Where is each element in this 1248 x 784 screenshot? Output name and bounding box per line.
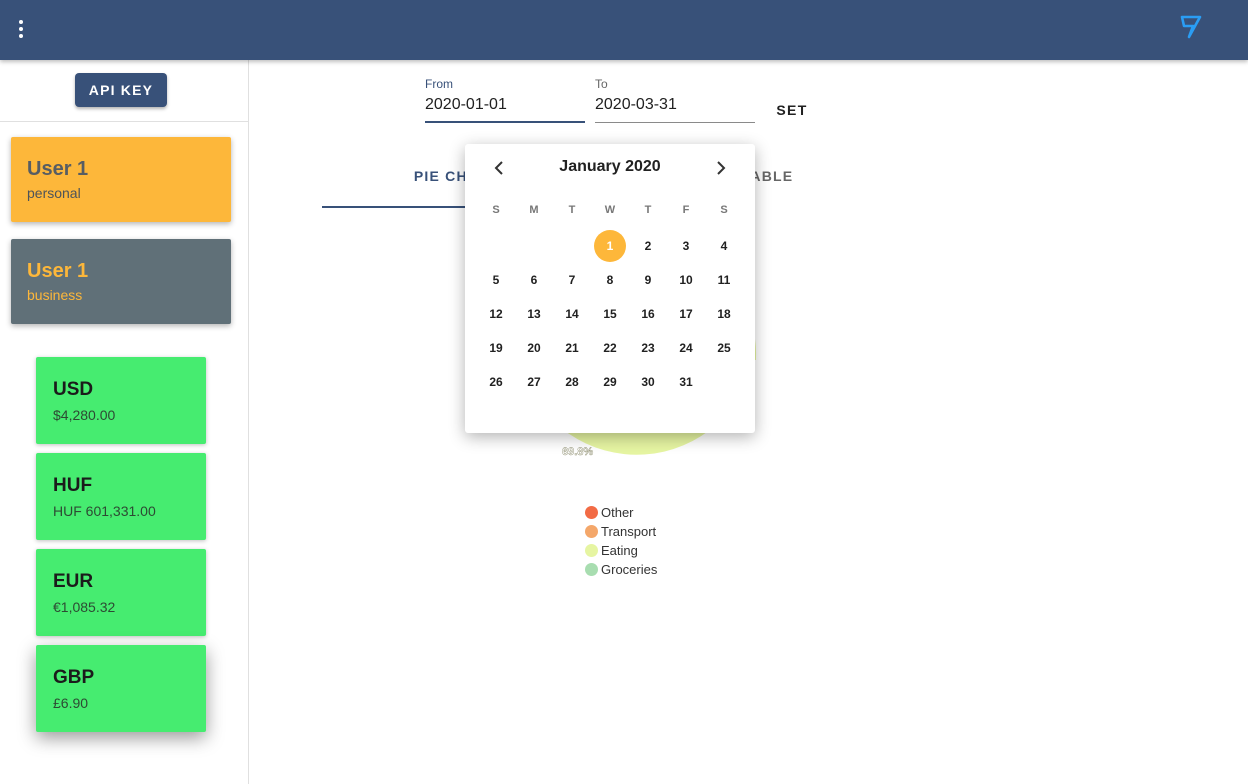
day-cell[interactable]: 11 <box>705 263 743 297</box>
weekday-label: T <box>568 204 576 216</box>
day-cell[interactable]: 15 <box>591 297 629 331</box>
day-blank <box>477 229 515 263</box>
currency-amount: $4,280.00 <box>53 407 116 423</box>
legend-item-groceries[interactable]: Groceries <box>585 560 657 579</box>
weekday-label: S <box>492 204 500 216</box>
from-date-field[interactable]: From 2020-01-01 <box>425 75 585 123</box>
legend-label: Transport <box>601 524 657 539</box>
day-cell[interactable]: 16 <box>629 297 667 331</box>
chart-legend: Other Transport Eating Groceries <box>585 503 657 579</box>
legend-dot <box>585 525 598 538</box>
currency-card-huf[interactable]: HUF HUF 601,331.00 <box>36 453 206 540</box>
to-label: To <box>595 77 608 91</box>
day-cell[interactable]: 21 <box>553 331 591 365</box>
chevron-right-icon[interactable] <box>709 156 733 180</box>
legend-dot <box>585 506 598 519</box>
legend-dot <box>585 544 598 557</box>
day-cell[interactable]: 5 <box>477 263 515 297</box>
weekday-label: M <box>529 204 539 216</box>
weekday-label: S <box>720 204 728 216</box>
day-cell[interactable]: 4 <box>705 229 743 263</box>
day-blank <box>515 229 553 263</box>
day-cell[interactable]: 31 <box>667 365 705 399</box>
day-cell[interactable]: 29 <box>591 365 629 399</box>
transferwise-logo[interactable] <box>1180 13 1202 39</box>
legend-item-transport[interactable]: Transport <box>585 522 657 541</box>
day-cell[interactable]: 7 <box>553 263 591 297</box>
day-cell[interactable]: 20 <box>515 331 553 365</box>
set-button[interactable]: SET <box>770 96 814 124</box>
weekday-label: F <box>682 204 690 216</box>
currency-amount: £6.90 <box>53 695 89 711</box>
user-card-business[interactable]: User 1 business <box>11 239 231 324</box>
day-cell[interactable]: 14 <box>553 297 591 331</box>
sidebar: API KEY User 1 personal User 1 business … <box>0 60 249 784</box>
user-card-personal[interactable]: User 1 personal <box>11 137 231 222</box>
day-cell[interactable]: 19 <box>477 331 515 365</box>
day-cell[interactable]: 3 <box>667 229 705 263</box>
day-cell[interactable]: 8 <box>591 263 629 297</box>
legend-label: Groceries <box>601 562 658 577</box>
day-cell[interactable]: 27 <box>515 365 553 399</box>
day-cell[interactable]: 25 <box>705 331 743 365</box>
day-cell[interactable]: 2 <box>629 229 667 263</box>
api-key-button[interactable]: API KEY <box>75 73 167 107</box>
currency-amount: HUF 601,331.00 <box>53 503 156 519</box>
day-cell[interactable]: 22 <box>591 331 629 365</box>
user-name: User 1 <box>27 158 89 180</box>
day-cell[interactable]: 12 <box>477 297 515 331</box>
legend-label: Eating <box>601 543 638 558</box>
day-cell[interactable]: 24 <box>667 331 705 365</box>
from-label: From <box>425 77 453 91</box>
day-cell[interactable]: 6 <box>515 263 553 297</box>
api-key-section: API KEY <box>0 60 248 122</box>
day-cell[interactable]: 28 <box>553 365 591 399</box>
more-vert-icon[interactable] <box>11 15 31 43</box>
weekday-header: SMTWTFS <box>477 204 743 216</box>
day-cell[interactable]: 17 <box>667 297 705 331</box>
app-bar <box>0 0 1248 60</box>
day-cell[interactable]: 10 <box>667 263 705 297</box>
currency-code: HUF <box>53 475 93 496</box>
currency-code: GBP <box>53 667 95 688</box>
currency-code: USD <box>53 379 94 400</box>
day-cell[interactable]: 23 <box>629 331 667 365</box>
currency-card-usd[interactable]: USD $4,280.00 <box>36 357 206 444</box>
pie-percent-label: 69.8% <box>562 446 593 458</box>
weekday-label: W <box>604 204 616 216</box>
day-cell[interactable]: 9 <box>629 263 667 297</box>
to-value[interactable]: 2020-03-31 <box>595 96 677 114</box>
day-cell[interactable]: 18 <box>705 297 743 331</box>
day-blank <box>553 229 591 263</box>
day-cell[interactable]: 26 <box>477 365 515 399</box>
user-name: User 1 <box>27 260 89 282</box>
user-type: business <box>27 287 83 303</box>
user-type: personal <box>27 185 81 201</box>
legend-label: Other <box>601 505 634 520</box>
currency-code: EUR <box>53 571 94 592</box>
weekday-label: T <box>644 204 652 216</box>
currency-card-gbp[interactable]: GBP £6.90 <box>36 645 206 732</box>
day-cell[interactable]: 30 <box>629 365 667 399</box>
legend-dot <box>585 563 598 576</box>
currency-card-eur[interactable]: EUR €1,085.32 <box>36 549 206 636</box>
date-picker: January 2020 SMTWTFS 1 2 3 4 5 6 7 8 9 10 11 12 13 14… <box>465 144 755 433</box>
day-cell-selected[interactable]: 1 <box>591 229 629 263</box>
legend-item-eating[interactable]: Eating <box>585 541 657 560</box>
currency-amount: €1,085.32 <box>53 599 116 615</box>
day-cell[interactable]: 13 <box>515 297 553 331</box>
from-value[interactable]: 2020-01-01 <box>425 96 507 114</box>
legend-item-other[interactable]: Other <box>585 503 657 522</box>
day-grid: 1 2 3 4 5 6 7 8 9 10 11 12 13 14 15 16 17 18 19 20 21 22 23 24 2… <box>477 229 743 399</box>
to-date-field[interactable]: To 2020-03-31 <box>595 75 755 123</box>
